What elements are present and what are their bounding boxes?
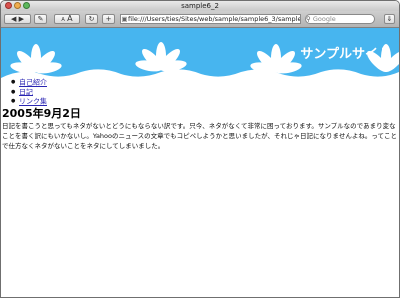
site-banner: サンプルサイト bbox=[1, 28, 399, 78]
flower-icon bbox=[135, 42, 187, 72]
reload-icon[interactable]: ↻ bbox=[85, 14, 98, 24]
nav-item-profile: ● 自己紹介 bbox=[11, 78, 47, 88]
address-text: file:///Users/ties/Sites/web/sample/samp… bbox=[128, 15, 301, 23]
edit-icon[interactable]: ✎ bbox=[34, 14, 47, 24]
title-bar: sample6_2 bbox=[1, 1, 399, 11]
diary-date-heading: 2005年9月2日 bbox=[2, 107, 81, 120]
page-icon: ▣ bbox=[121, 15, 128, 23]
nav-item-diary: ● 日記 bbox=[11, 88, 47, 98]
browser-window: sample6_2 ◀ ▶ ✎ A A ↻ + ▣file:///Users/t… bbox=[0, 0, 400, 298]
diary-body-text: 日記を書こうと思ってもネタがないとどうにもならない訳です。只今、ネタがなくて非常… bbox=[2, 122, 398, 150]
text-smaller-button[interactable]: A bbox=[61, 17, 64, 23]
search-field[interactable]: ⚲ Google bbox=[305, 14, 375, 24]
download-icon[interactable]: ⇓ bbox=[384, 14, 395, 24]
address-bar[interactable]: ▣file:///Users/ties/Sites/web/sample/sam… bbox=[120, 14, 301, 24]
bullet-icon: ● bbox=[11, 79, 16, 85]
browser-toolbar: ◀ ▶ ✎ A A ↻ + ▣file:///Users/ties/Sites/… bbox=[1, 11, 399, 28]
text-larger-button[interactable]: A bbox=[67, 14, 72, 23]
add-bookmark-button[interactable]: + bbox=[102, 14, 115, 24]
search-icon: ⚲ bbox=[306, 15, 311, 23]
flower-icon bbox=[10, 44, 62, 74]
nav-link-diary[interactable]: 日記 bbox=[19, 88, 33, 96]
back-arrow-icon[interactable]: ◀ bbox=[11, 15, 16, 23]
text-size-buttons[interactable]: A A bbox=[54, 14, 80, 24]
bullet-icon: ● bbox=[11, 88, 16, 95]
site-title: サンプルサイト bbox=[300, 47, 391, 62]
site-navigation: ● 自己紹介 ● 日記 ● リンク集 bbox=[11, 78, 47, 107]
nav-link-profile[interactable]: 自己紹介 bbox=[19, 79, 47, 87]
web-page-content: サンプルサイト ● 自己紹介 ● 日記 ● リンク集 2005年9月2日 日記を書こう… bbox=[1, 28, 399, 297]
forward-arrow-icon[interactable]: ▶ bbox=[19, 15, 24, 23]
window-title: sample6_2 bbox=[181, 2, 219, 10]
back-forward-buttons[interactable]: ◀ ▶ bbox=[4, 14, 31, 24]
search-placeholder: Google bbox=[312, 15, 336, 23]
